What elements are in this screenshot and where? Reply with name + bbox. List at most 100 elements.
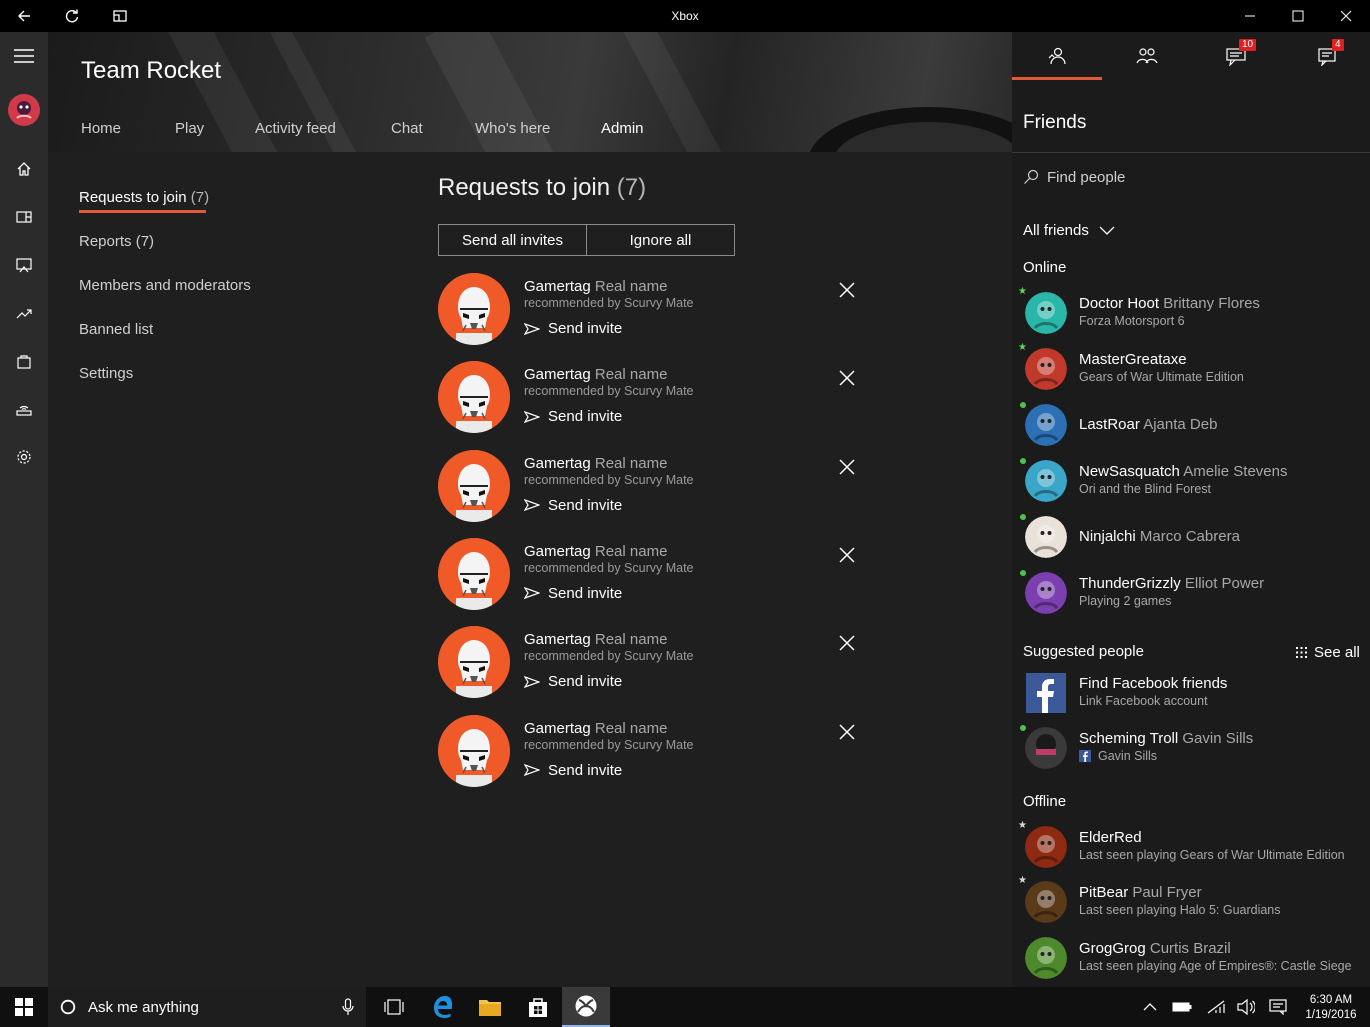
send-invite-button[interactable]: Send invite <box>524 408 622 425</box>
friend-item[interactable]: Ninjalchi Marco Cabrera <box>1012 514 1370 562</box>
store-icon[interactable] <box>0 341 48 381</box>
requests-bulk-actions: Send all invites Ignore all <box>438 224 735 256</box>
friend-item[interactable]: NewSasquatch Amelie Stevens Ori and the B… <box>1012 458 1370 506</box>
send-invite-button[interactable]: Send invite <box>524 320 622 337</box>
microphone-icon[interactable] <box>342 998 354 1016</box>
send-invite-label: Send invite <box>548 673 623 691</box>
club-header-banner: Team Rocket Home Play Activity feed Chat… <box>48 32 1012 152</box>
real-name: Elliot Power <box>1184 575 1265 592</box>
send-invite-label: Send invite <box>548 584 623 602</box>
close-icon[interactable] <box>1322 0 1370 32</box>
send-icon <box>524 410 540 423</box>
friends-tab[interactable] <box>1012 32 1102 80</box>
subnav-reports[interactable]: Reports (7) <box>79 233 154 250</box>
xbox-app-icon[interactable] <box>562 987 610 1027</box>
send-invite-button[interactable]: Send invite <box>524 585 622 602</box>
presence-status: Last seen playing Gears of War Ultimate … <box>1079 848 1345 862</box>
dismiss-request-icon[interactable] <box>838 634 856 652</box>
real-name: Marco Cabrera <box>1139 528 1240 545</box>
online-dot <box>1020 514 1026 520</box>
notifications-tab[interactable]: 4 <box>1282 32 1370 80</box>
send-all-invites-button[interactable]: Send all invites <box>439 225 586 255</box>
hamburger-menu-icon[interactable] <box>0 36 48 76</box>
friend-item[interactable]: ★ ElderRed Last seen playing Gears of War … <box>1012 820 1370 872</box>
tab-chat[interactable]: Chat <box>391 120 423 137</box>
dismiss-request-icon[interactable] <box>838 369 856 387</box>
friend-item[interactable]: GrogGrog Curtis Brazil Last seen playing … <box>1012 935 1370 983</box>
my-games-icon[interactable] <box>0 197 48 237</box>
friend-item[interactable]: ★ MasterGreataxe Gears of War Ultimate Edi… <box>1012 342 1370 394</box>
gamertag: Ninjalchi <box>1079 528 1136 545</box>
real-name: Real name <box>594 631 668 649</box>
send-icon <box>524 675 540 688</box>
gamertag: PitBear <box>1079 884 1129 901</box>
gamertag: NewSasquatch <box>1079 463 1180 480</box>
maximize-icon[interactable] <box>1274 0 1322 32</box>
real-name: Real name <box>594 366 668 384</box>
send-invite-button[interactable]: Send invite <box>524 762 622 779</box>
join-request-row: Gamertag Real name recommended by Scurvy … <box>438 361 868 435</box>
game-dvr-icon[interactable] <box>0 245 48 285</box>
cortana-search-box[interactable]: Ask me anything <box>48 987 366 1027</box>
dismiss-request-icon[interactable] <box>838 723 856 741</box>
profile-avatar[interactable] <box>0 90 48 130</box>
notifications-badge: 4 <box>1332 39 1344 51</box>
avatar <box>1025 727 1067 769</box>
stormtrooper-avatar <box>438 626 510 699</box>
suggested-find-facebook-friends[interactable]: Find Facebook friends Link Facebook acco… <box>1012 670 1370 718</box>
subnav-settings[interactable]: Settings <box>79 365 133 382</box>
send-invite-label: Send invite <box>548 320 623 337</box>
friends-filter-dropdown[interactable]: All friends <box>1023 222 1115 239</box>
home-icon[interactable] <box>0 149 48 189</box>
trending-icon[interactable] <box>0 293 48 333</box>
friend-item[interactable]: ThunderGrizzly Elliot Power Playing 2 gam… <box>1012 570 1370 618</box>
parties-tab[interactable] <box>1102 32 1192 80</box>
tab-activity-feed[interactable]: Activity feed <box>255 120 336 137</box>
dismiss-request-icon[interactable] <box>838 546 856 564</box>
requests-section-title: Requests to join (7) <box>438 174 647 201</box>
tab-home[interactable]: Home <box>81 120 121 137</box>
edge-browser-icon[interactable] <box>418 987 466 1027</box>
friend-item[interactable]: LastRoar Ajanta Deb <box>1012 402 1370 450</box>
ignore-all-button[interactable]: Ignore all <box>586 225 734 255</box>
action-center-icon[interactable] <box>1254 987 1302 1027</box>
gamertag: Gamertag <box>524 542 591 560</box>
real-name: Amelie Stevens <box>1183 463 1288 480</box>
tab-admin[interactable]: Admin <box>601 120 644 137</box>
tab-play[interactable]: Play <box>175 120 204 137</box>
minimize-icon[interactable] <box>1226 0 1274 32</box>
windows-start-icon[interactable] <box>0 987 48 1027</box>
online-dot <box>1020 725 1026 731</box>
messages-tab[interactable]: 10 <box>1192 32 1282 80</box>
send-invite-button[interactable]: Send invite <box>524 673 622 690</box>
settings-gear-icon[interactable] <box>0 437 48 477</box>
admin-content: Requests to join (7) Reports (7) Members… <box>48 152 1012 987</box>
send-invite-button[interactable]: Send invite <box>524 497 622 514</box>
presence-status: Gears of War Ultimate Edition <box>1079 370 1244 384</box>
club-title: Team Rocket <box>81 57 222 84</box>
task-view-icon[interactable] <box>370 987 418 1027</box>
tab-whos-here[interactable]: Who's here <box>475 120 550 137</box>
subnav-banned-list[interactable]: Banned list <box>79 321 153 338</box>
windows-taskbar: Ask me anything 6:30 AM 1/19/2016 <box>0 987 1370 1027</box>
suggested-header: Suggested people <box>1023 643 1144 660</box>
grid-icon <box>1296 647 1307 658</box>
file-explorer-icon[interactable] <box>466 987 514 1027</box>
real-name: Brittany Flores <box>1163 295 1260 312</box>
store-bag-icon[interactable] <box>514 987 562 1027</box>
taskbar-clock[interactable]: 6:30 AM 1/19/2016 <box>1298 993 1364 1023</box>
subnav-members-and-moderators[interactable]: Members and moderators <box>79 277 251 294</box>
dismiss-request-icon[interactable] <box>838 281 856 299</box>
see-all-button[interactable]: See all <box>1296 644 1360 661</box>
dismiss-request-icon[interactable] <box>838 458 856 476</box>
friend-item[interactable]: ★ PitBear Paul Fryer Last seen playing Hal… <box>1012 875 1370 927</box>
subnav-active-underline <box>79 210 206 213</box>
find-people-search[interactable]: Find people <box>1023 167 1363 187</box>
presence-status: Last seen playing Halo 5: Guardians <box>1079 903 1281 917</box>
suggested-scheming-troll[interactable]: Scheming Troll Gavin Sills Gavin Sills <box>1012 725 1370 773</box>
friend-item[interactable]: ★ Doctor Hoot Brittany Flores Forza Motors… <box>1012 286 1370 338</box>
online-header: Online <box>1023 259 1067 276</box>
subnav-requests-to-join[interactable]: Requests to join (7) <box>79 189 209 206</box>
connect-console-icon[interactable] <box>0 389 48 429</box>
send-icon <box>524 764 540 776</box>
